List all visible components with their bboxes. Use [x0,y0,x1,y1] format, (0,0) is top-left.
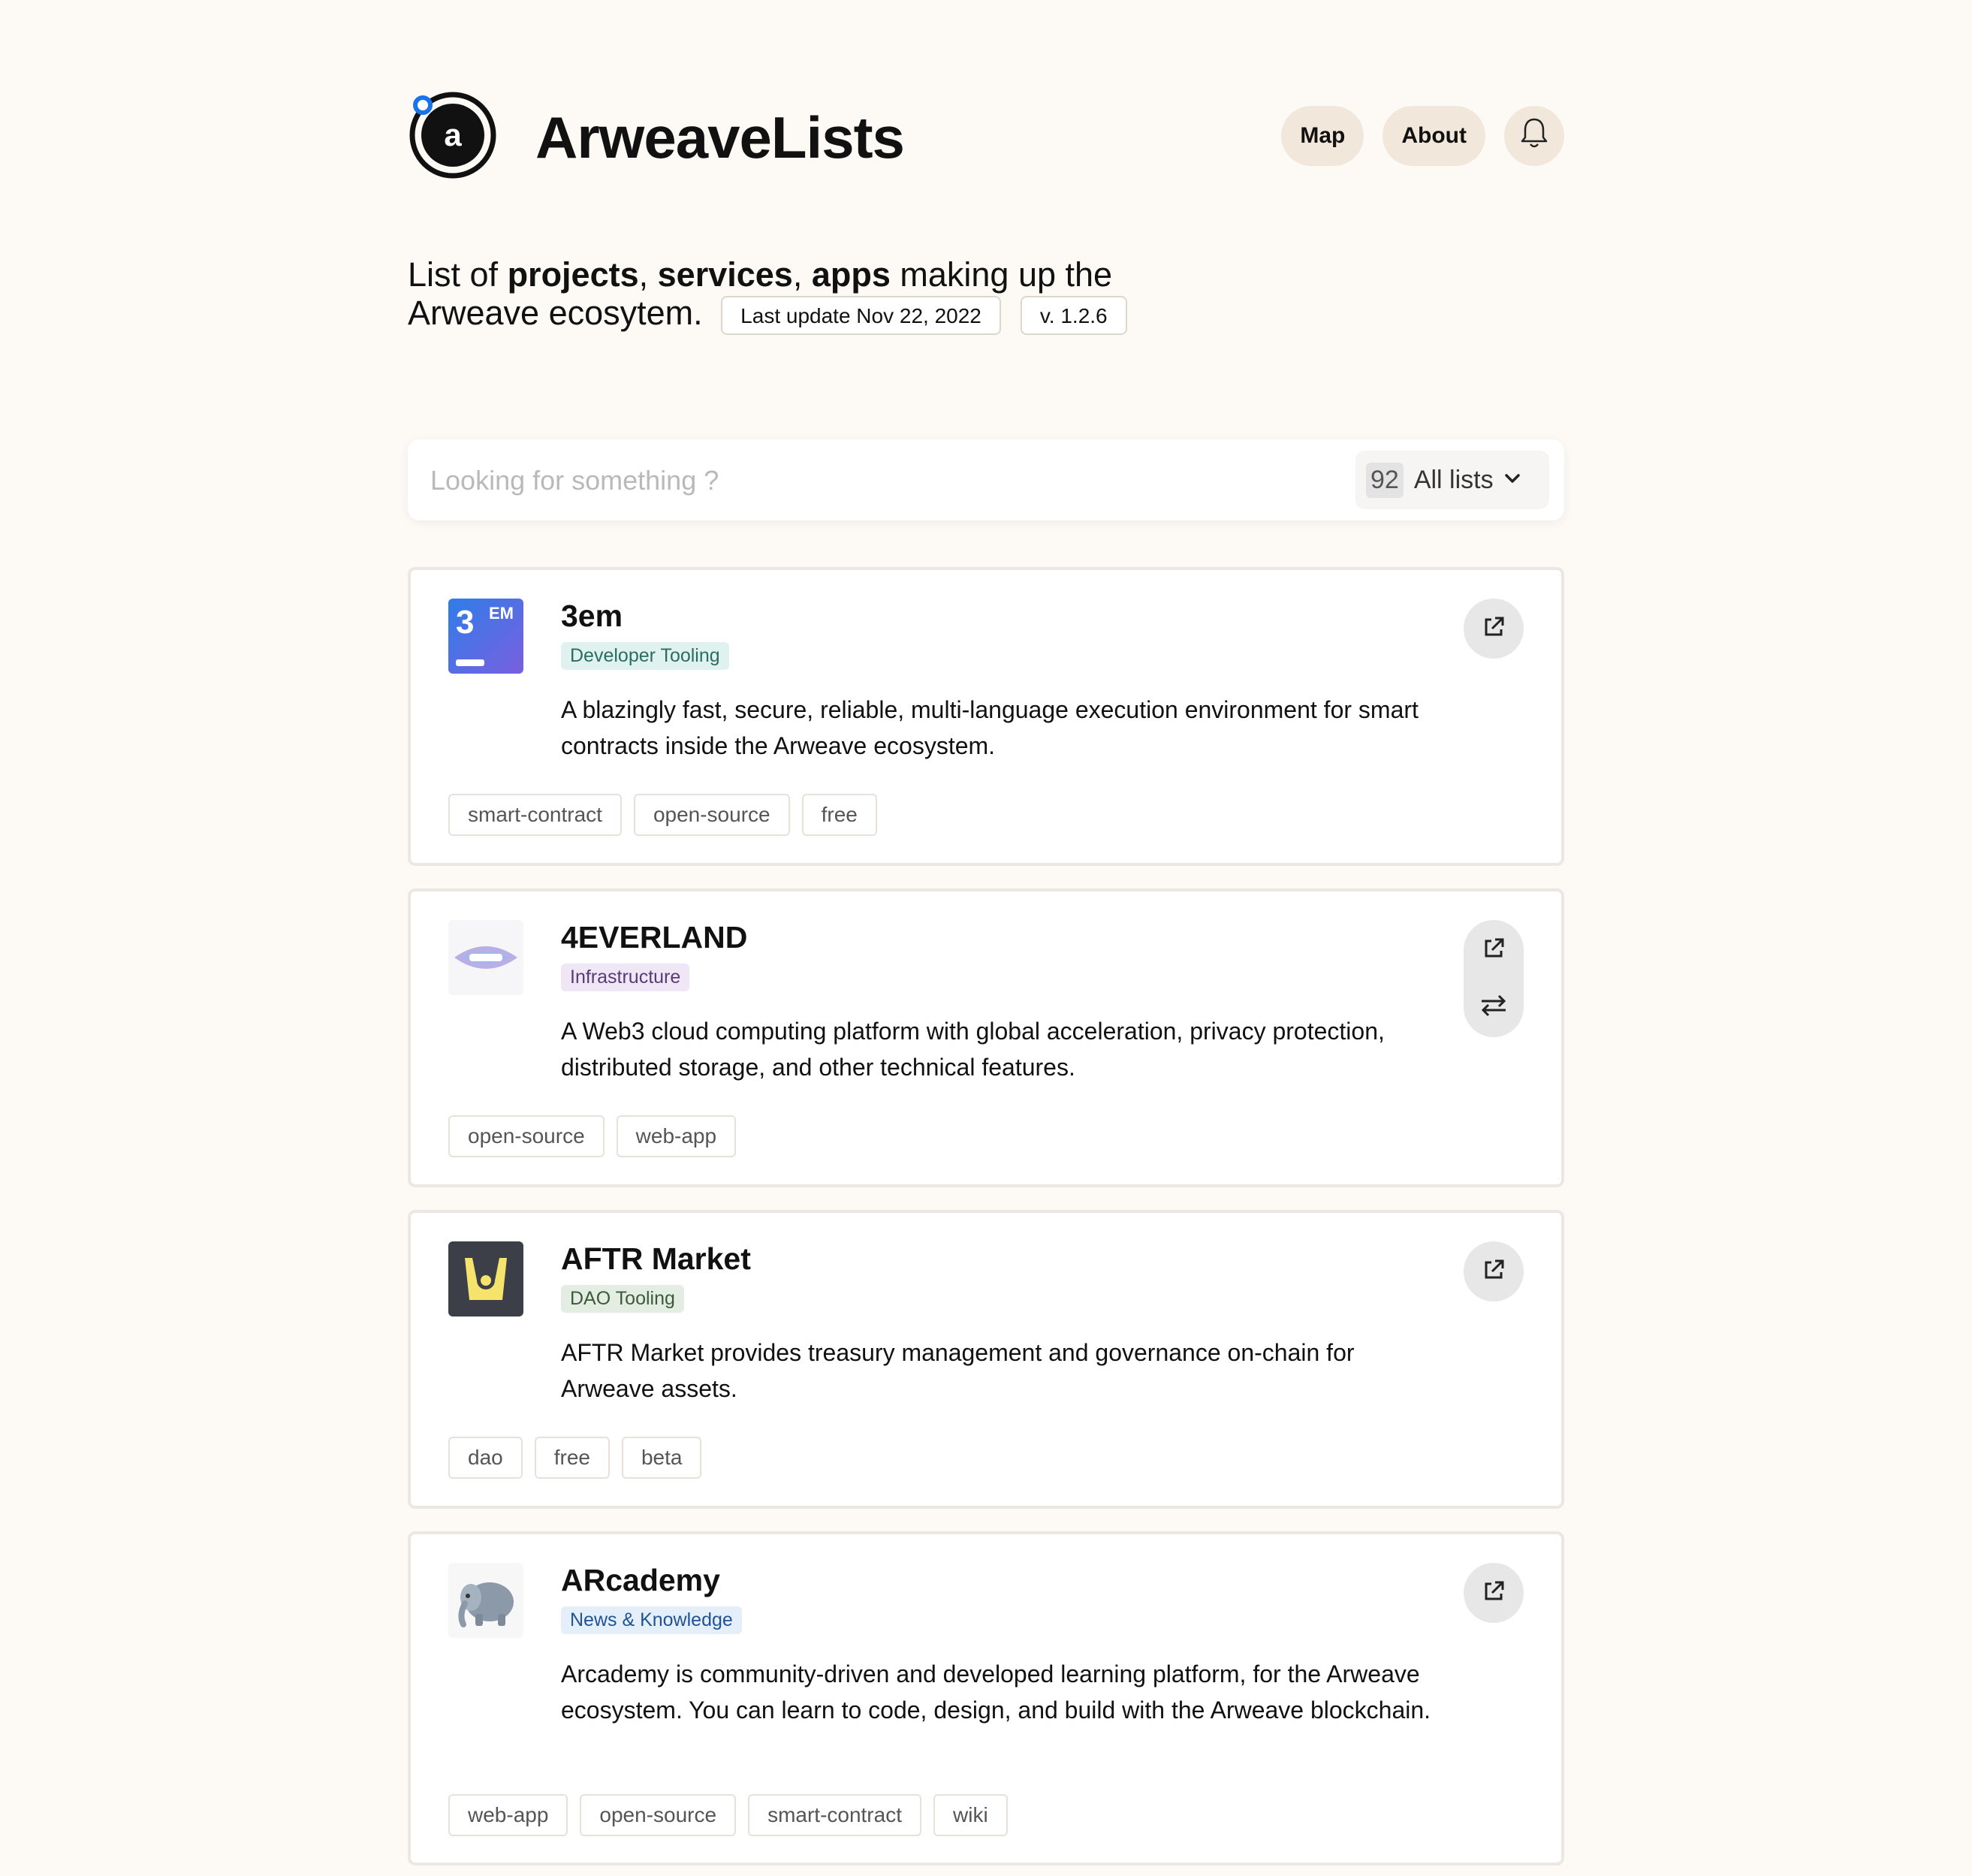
tag[interactable]: open-source [448,1115,605,1157]
notifications-button[interactable] [1504,106,1564,166]
category-badge[interactable]: Developer Tooling [561,642,729,670]
project-title[interactable]: AFTR Market [561,1241,751,1277]
open-link-button[interactable] [1464,599,1524,659]
tag-list: smart-contract open-source free [448,794,877,836]
swap-button[interactable] [1464,977,1524,1037]
project-logo-3em: 3 EM [448,599,523,674]
project-description: AFTR Market provides treasury management… [561,1339,1355,1402]
card-actions [1464,1563,1524,1623]
external-link-icon [1482,1258,1506,1286]
about-button[interactable]: About [1383,106,1485,166]
project-card[interactable]: 3 EM 3em Developer Tooling A blazingly f… [408,567,1564,866]
category-badge[interactable]: DAO Tooling [561,1285,684,1313]
arweave-logo[interactable]: a [408,90,498,180]
svg-text:3: 3 [456,604,474,641]
tag[interactable]: beta [621,1437,702,1479]
tag[interactable]: smart-contract [448,794,622,836]
project-title[interactable]: 4EVERLAND [561,920,747,955]
tag[interactable]: dao [448,1437,523,1479]
intro-line-2: Arweave ecosytem. Last update Nov 22, 20… [408,294,1127,336]
tag-list: open-source web-app [448,1115,737,1157]
tag[interactable]: free [534,1437,610,1479]
project-card[interactable]: 4EVERLAND Infrastructure A Web3 cloud co… [408,888,1564,1187]
intro-text: List of projects, services, apps making … [408,255,1127,336]
version-badge: v. 1.2.6 [1020,296,1127,336]
map-button[interactable]: Map [1281,106,1364,166]
tag-list: dao free beta [448,1437,702,1479]
project-description: A Web3 cloud computing platform with glo… [561,1018,1385,1081]
svg-text:EM: EM [489,604,514,623]
project-card[interactable]: AFTR Market DAO Tooling AFTR Market prov… [408,1210,1564,1509]
card-actions [1464,599,1524,659]
search-bar: 92 All lists [408,439,1564,520]
project-logo-4everland [448,920,523,995]
tag-list: web-app open-source smart-contract wiki [448,1794,1008,1836]
external-link-icon [1482,615,1506,643]
chevron-down-icon [1504,473,1521,487]
project-title[interactable]: 3em [561,599,623,634]
tag[interactable]: wiki [933,1794,1008,1836]
category-badge[interactable]: News & Knowledge [561,1606,742,1634]
list-filter-dropdown[interactable]: 92 All lists [1355,451,1549,509]
card-actions [1464,1241,1524,1301]
project-description: Arcademy is community-driven and develop… [561,1660,1431,1724]
open-link-button[interactable] [1464,920,1524,980]
project-description: A blazingly fast, secure, reliable, mult… [561,696,1419,759]
intro-line-1: List of projects, services, apps making … [408,255,1113,294]
external-link-icon [1482,1579,1506,1607]
brand-title[interactable]: ArweaveLists [535,104,905,172]
category-badge[interactable]: Infrastructure [561,964,690,991]
project-card[interactable]: ARcademy News & Knowledge Arcademy is co… [408,1531,1564,1865]
tag[interactable]: web-app [616,1115,737,1157]
meta-pills: Last update Nov 22, 2022 v. 1.2.6 [721,296,1127,336]
bell-icon [1519,116,1549,155]
tag[interactable]: open-source [580,1794,737,1836]
external-link-icon [1482,936,1506,964]
svg-text:a: a [444,117,462,152]
swap-arrows-icon [1479,994,1509,1021]
list-filter-label: All lists [1413,465,1494,494]
search-input[interactable] [429,462,1333,499]
intro-projects: projects [507,255,639,294]
tag[interactable]: free [801,794,877,836]
top-nav: Map About [1281,106,1564,166]
open-link-button[interactable] [1464,1563,1524,1623]
tag[interactable]: web-app [448,1794,568,1836]
card-actions [1464,920,1524,1037]
tag[interactable]: smart-contract [748,1794,921,1836]
intro-apps: apps [811,255,891,294]
header: a ArweaveLists Map About [408,90,1564,180]
last-update-badge: Last update Nov 22, 2022 [721,296,1001,336]
open-link-button[interactable] [1464,1241,1524,1301]
list-count-badge: 92 [1366,462,1404,498]
intro-services: services [657,255,793,294]
project-logo-aftr [448,1241,523,1317]
project-logo-arcademy [448,1563,523,1638]
project-title[interactable]: ARcademy [561,1563,720,1598]
tag[interactable]: open-source [633,794,790,836]
